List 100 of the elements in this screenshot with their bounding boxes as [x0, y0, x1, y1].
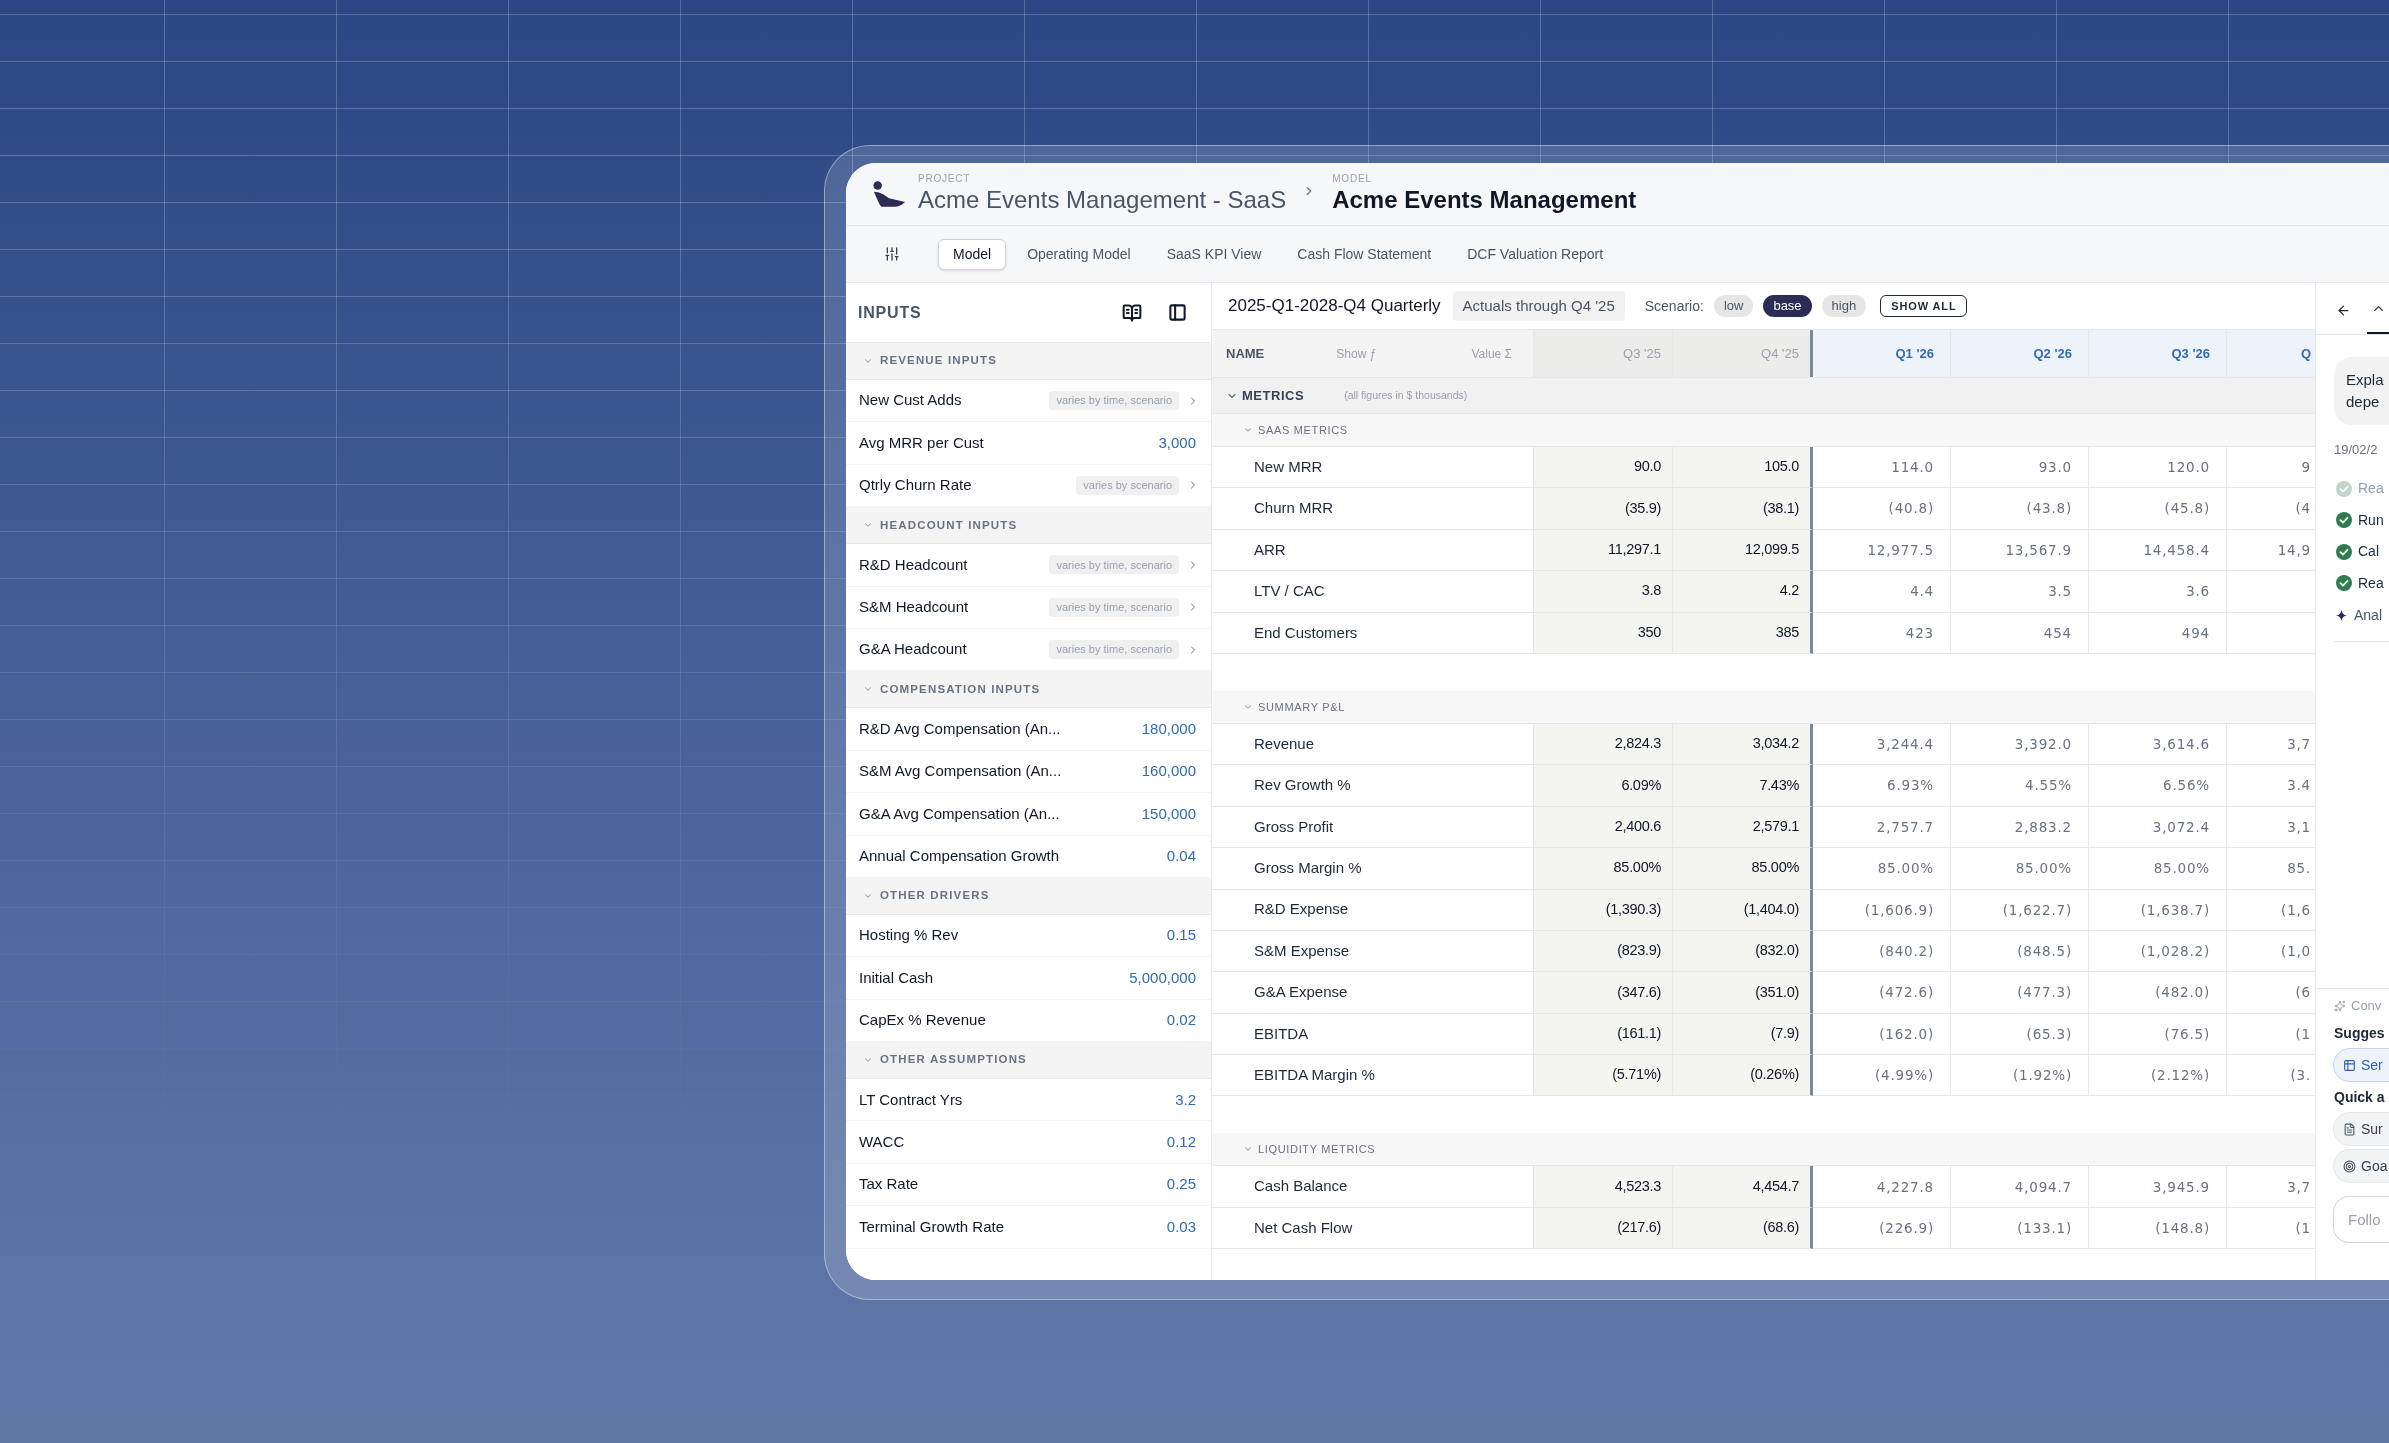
row-label: End Customers [1254, 622, 1358, 643]
table-cell: 4,454.7 [1673, 1166, 1813, 1208]
input-value[interactable]: 150,000 [1141, 802, 1196, 826]
table-cell: 6.56% [2089, 765, 2227, 807]
section-header[interactable]: SUMMARY P&L [1212, 690, 2315, 724]
table-cell: (1.92%) [1951, 1055, 2089, 1097]
table-cell: 423 [1813, 612, 1951, 654]
varies-tag: varies by scenario [1076, 475, 1179, 495]
column-header: Q4 '25 [1673, 330, 1813, 377]
suggestions-title: Sugges [2333, 1024, 2386, 1043]
table-cell: (65.3) [1951, 1013, 2089, 1056]
input-value[interactable]: 180,000 [1141, 717, 1196, 741]
sparkles-icon [2334, 1000, 2346, 1012]
model-name: Acme Events Management [1332, 186, 1637, 214]
tab[interactable]: Model [938, 238, 1007, 270]
show-all-button[interactable]: SHOW ALL [1880, 295, 1968, 317]
scenario-pill[interactable]: base [1763, 295, 1812, 317]
table-cell: 3,072.4 [2089, 806, 2227, 849]
table-cell: (472.6) [1813, 972, 1951, 1014]
table-cell: 6.09% [1534, 765, 1673, 807]
table-icon [2343, 1058, 2356, 1072]
input-value[interactable]: 0.02 [1166, 1009, 1196, 1032]
table-cell: 4.4 [1813, 571, 1951, 613]
table-cell: 4.55% [1951, 765, 2089, 807]
section-title: SUMMARY P&L [1258, 699, 1345, 715]
table-cell: 3,614.6 [2089, 723, 2227, 766]
section-header[interactable]: OTHER DRIVERS [846, 877, 1211, 915]
row-label: EBITDA [1254, 1023, 1309, 1044]
column-header: Q1 '26 [1813, 330, 1951, 377]
input-label: R&D Avg Compensation (An... [859, 718, 1061, 739]
table-cell: (848.5) [1951, 930, 2089, 973]
chip-label: Ser [2361, 1055, 2383, 1075]
table-cell: 114.0 [1813, 447, 1951, 489]
table-cell: (1,638.7) [2089, 889, 2227, 931]
section-header[interactable]: OTHER ASSUMPTIONS [846, 1042, 1211, 1080]
section-header[interactable]: REVENUE INPUTS [846, 343, 1211, 380]
table-cell: 6.93% [1813, 765, 1951, 807]
section-header[interactable]: SAAS METRICS [1212, 414, 2315, 447]
message-date: 19/02/2 [2334, 441, 2379, 459]
book-icon[interactable] [1122, 302, 1142, 323]
table-cell: 2,579.1 [1673, 806, 1813, 849]
input-value[interactable]: 160,000 [1141, 760, 1196, 783]
input-value[interactable]: 0.12 [1166, 1130, 1196, 1154]
table-cell: (0.26%) [1673, 1055, 1813, 1097]
follow-up-field[interactable]: Follo [2333, 1196, 2389, 1243]
section-header[interactable]: HEADCOUNT INPUTS [846, 507, 1211, 545]
tab[interactable]: DCF Valuation Report [1452, 238, 1619, 270]
table-cell: (161.1) [1534, 1013, 1673, 1056]
step-label: Rea [2358, 573, 2384, 593]
table-cell: 2,883.2 [1951, 806, 2089, 849]
table-cell: (43.8) [1951, 488, 2089, 530]
sliders-icon[interactable] [884, 246, 900, 262]
section-title: SAAS METRICS [1258, 422, 1348, 438]
input-label: LT Contract Yrs [859, 1089, 963, 1110]
input-value[interactable]: 5,000,000 [1129, 966, 1196, 990]
quick-action-chip[interactable]: Sur [2333, 1112, 2389, 1146]
analysis-label: Anal [2354, 605, 2383, 625]
table-cell: (148.8) [2089, 1207, 2227, 1250]
table-cell: 385 [1673, 612, 1813, 654]
input-label: Initial Cash [859, 967, 934, 988]
input-label: S&M Avg Compensation (An... [859, 761, 1062, 782]
target-icon [2343, 1159, 2356, 1173]
input-value[interactable]: 3.2 [1175, 1088, 1196, 1111]
table-cell: 3,945.9 [2089, 1166, 2227, 1208]
table-cell: (5.71%) [1534, 1055, 1673, 1097]
varies-tag: varies by time, scenario [1049, 555, 1179, 575]
tab[interactable]: Cash Flow Statement [1282, 238, 1447, 270]
input-label: Hosting % Rev [859, 925, 959, 946]
sidebar-panel-icon[interactable] [1168, 303, 1187, 322]
scenario-pill[interactable]: low [1713, 295, 1754, 317]
section-header[interactable]: LIQUIDITY METRICS [1212, 1133, 2315, 1167]
column-header: Q [2227, 330, 2315, 377]
input-value[interactable]: 0.15 [1166, 924, 1196, 947]
step-label: Rea [2358, 479, 2384, 499]
table-cell: (1,622.7) [1951, 889, 2089, 931]
row-label: S&M Expense [1254, 940, 1350, 961]
input-value[interactable]: 0.03 [1166, 1215, 1196, 1239]
period-title: 2025-Q1-2028-Q4 Quarterly [1228, 295, 1441, 318]
section-header[interactable]: COMPENSATION INPUTS [846, 671, 1211, 709]
chip-label: Goa [2361, 1156, 2388, 1176]
input-value[interactable]: 0.25 [1166, 1173, 1196, 1196]
input-value[interactable]: 3,000 [1158, 431, 1196, 455]
suggestion-chip[interactable]: Ser [2333, 1048, 2389, 1082]
table-cell: (482.0) [2089, 972, 2227, 1014]
table-cell: 12,099.5 [1673, 529, 1813, 572]
group-header[interactable]: METRICS (all figures in $ thousands) [1212, 378, 2315, 414]
input-label: WACC [859, 1131, 905, 1152]
tab[interactable]: Operating Model [1012, 238, 1146, 270]
input-label: R&D Headcount [859, 554, 968, 575]
section-title: COMPENSATION INPUTS [880, 681, 1041, 697]
quick-action-chip[interactable]: Goa [2333, 1149, 2389, 1183]
section-title: OTHER DRIVERS [880, 888, 990, 904]
table-cell: 11,297.1 [1534, 529, 1673, 572]
row-label: Gross Profit [1254, 816, 1334, 837]
scenario-pill[interactable]: high [1821, 295, 1867, 317]
input-value[interactable]: 0.04 [1166, 844, 1196, 868]
table-cell: 3,392.0 [1951, 723, 2089, 766]
table-cell: 3.8 [1534, 571, 1673, 613]
table-cell: (823.9) [1534, 930, 1673, 973]
tab[interactable]: SaaS KPI View [1151, 238, 1277, 270]
